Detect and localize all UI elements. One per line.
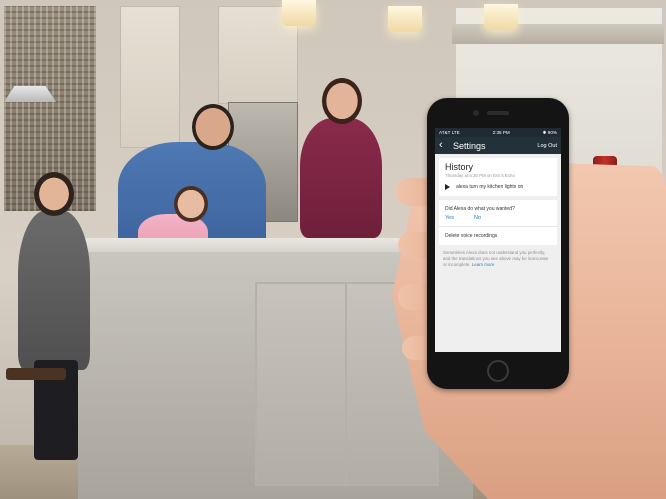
woman-head	[322, 78, 362, 124]
pendant-lamp	[484, 4, 518, 30]
boy	[18, 210, 90, 370]
woman	[300, 118, 382, 238]
smartphone: AT&T LTE 2:35 PM ✱ 90% ‹ Settings Log Ou…	[427, 98, 569, 389]
status-bar: AT&T LTE 2:35 PM ✱ 90%	[435, 128, 561, 137]
battery-label: ✱ 90%	[542, 129, 557, 135]
no-button[interactable]: No	[474, 215, 481, 221]
voice-recording-row[interactable]: alexa turn my kitchen lights on	[439, 180, 557, 196]
feedback-answers: Yes No	[445, 215, 551, 221]
carrier-label: AT&T LTE	[439, 130, 460, 135]
status-time: 2:35 PM	[492, 130, 510, 135]
page-title: Settings	[453, 140, 486, 151]
upper-cabinet	[120, 6, 180, 148]
yes-button[interactable]: Yes	[445, 215, 454, 221]
speaker-grille	[487, 111, 509, 115]
play-icon[interactable]	[445, 184, 450, 190]
feedback-question: Did Alexa do what you wanted?	[445, 206, 515, 212]
nav-bar: ‹ Settings Log Out	[435, 137, 561, 154]
pendant-lamp	[282, 0, 316, 26]
disclaimer: Sometimes Alexa does not understand you …	[435, 245, 561, 273]
bar-stool	[6, 368, 66, 380]
logout-button[interactable]: Log Out	[537, 143, 557, 149]
delete-voice-recordings-button[interactable]: Delete voice recordings	[439, 226, 557, 245]
window-shade	[452, 24, 664, 44]
boy-head	[34, 172, 74, 216]
camera-icon	[473, 110, 479, 116]
feedback-question-block: Did Alexa do what you wanted? Yes No	[439, 200, 557, 226]
history-subtitle: Thursday at 5:30 PM on Eric's Echo	[445, 173, 515, 178]
phone-screen: AT&T LTE 2:35 PM ✱ 90% ‹ Settings Log Ou…	[435, 128, 561, 352]
feedback-card: Did Alexa do what you wanted? Yes No Del…	[439, 200, 557, 245]
disclaimer-text: Sometimes Alexa does not understand you …	[443, 250, 549, 267]
pendant-lamp	[388, 6, 422, 32]
history-title: History	[445, 162, 474, 172]
back-chevron-icon[interactable]: ‹	[439, 140, 449, 151]
utterance-text: alexa turn my kitchen lights on	[456, 184, 524, 190]
history-header: History Thursday at 5:30 PM on Eric's Ec…	[439, 158, 557, 180]
learn-more-link[interactable]: Learn more	[472, 262, 494, 267]
girl-head	[174, 186, 208, 222]
home-button[interactable]	[487, 360, 509, 382]
cabinet-door	[255, 282, 349, 486]
man-head	[192, 104, 234, 150]
history-card: History Thursday at 5:30 PM on Eric's Ec…	[439, 158, 557, 196]
